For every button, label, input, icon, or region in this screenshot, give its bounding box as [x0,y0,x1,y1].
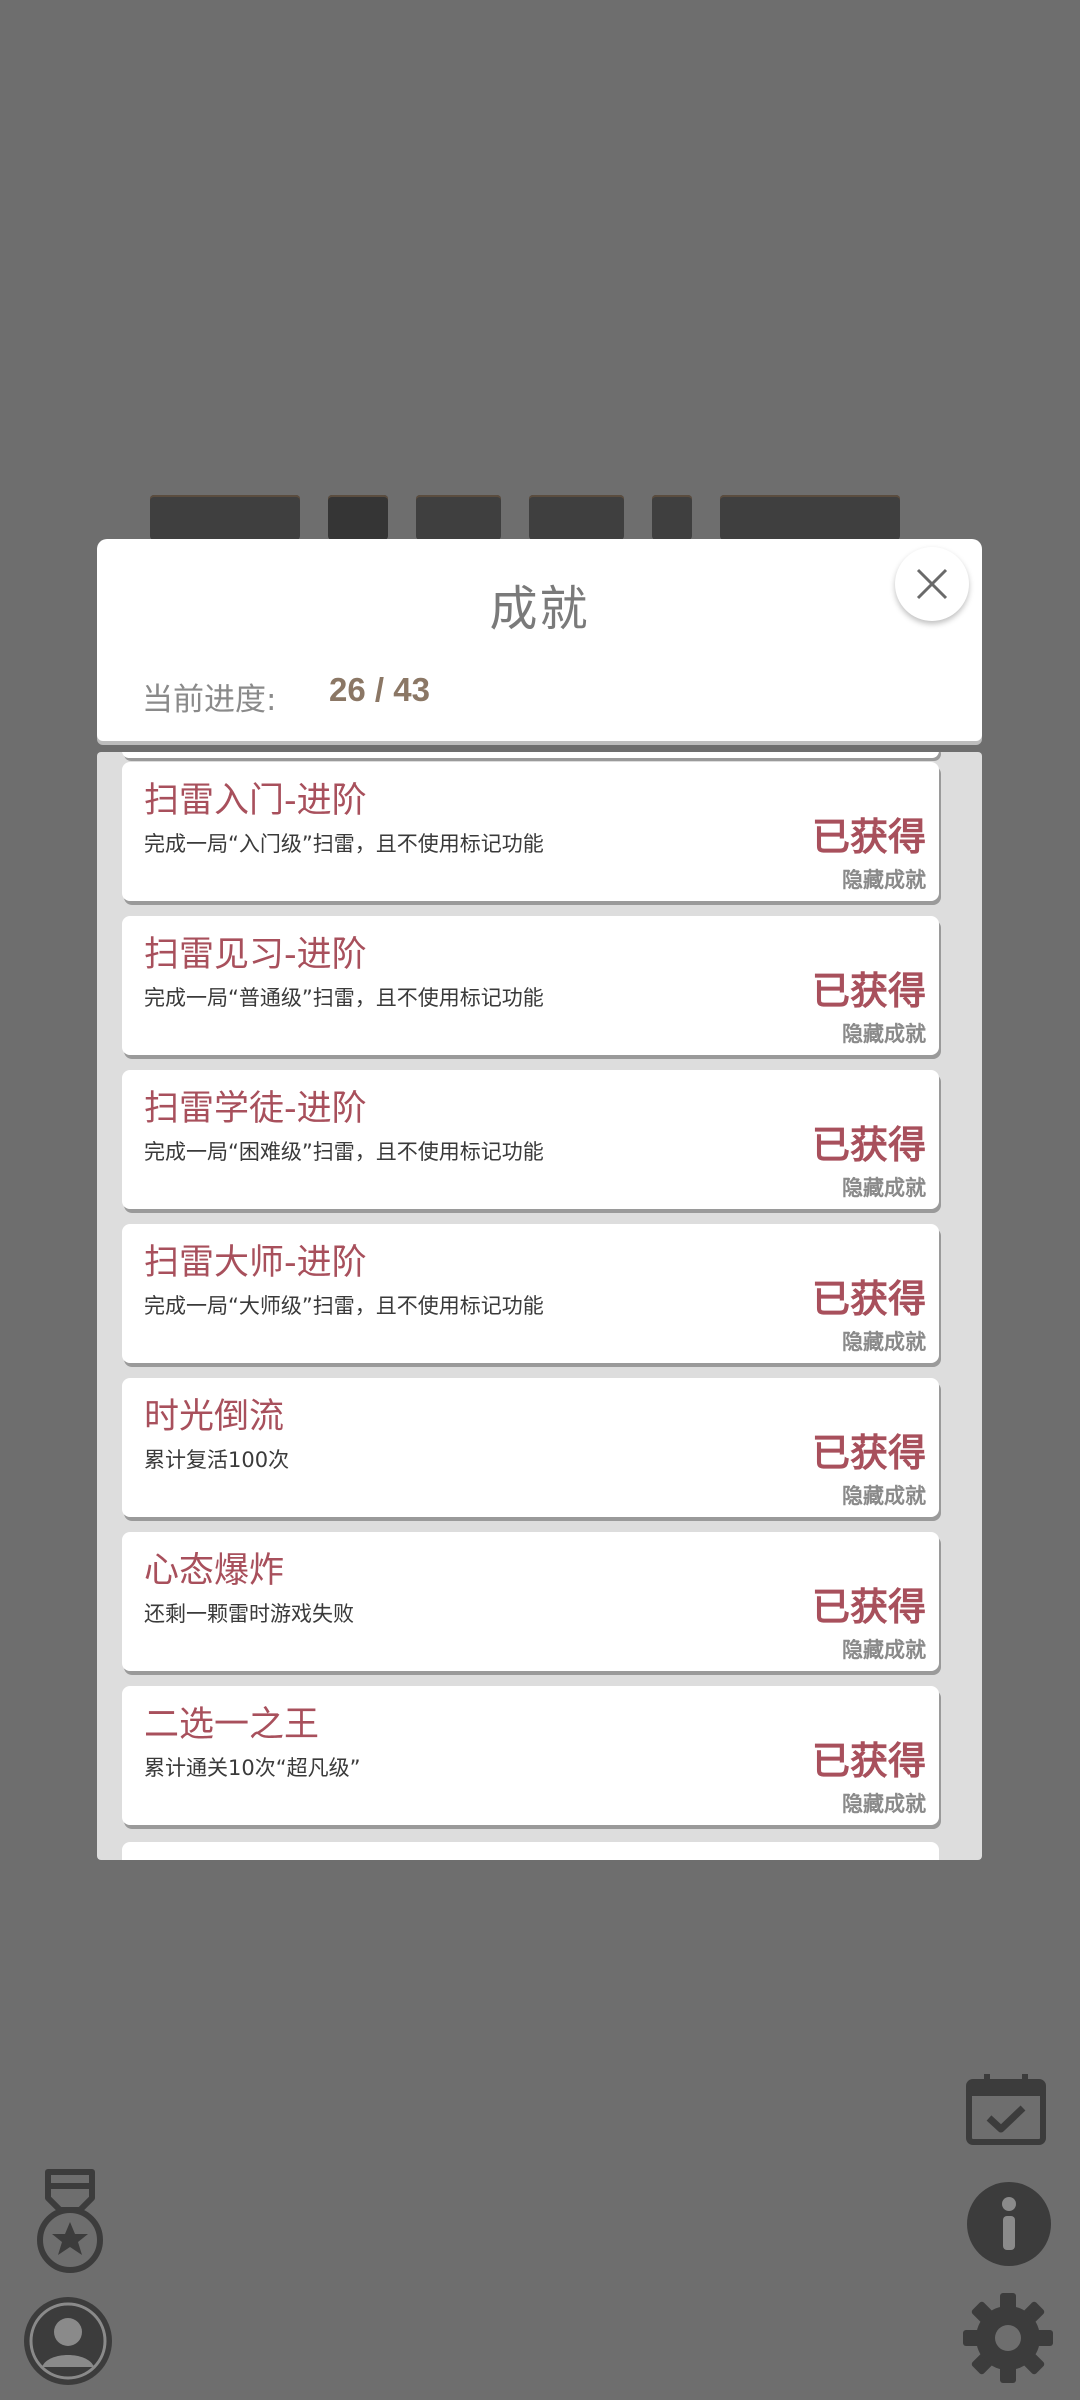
achievement-title: 二选一之王 [144,1705,320,1745]
achievement-card[interactable]: 扫雷见习-进阶 完成一局“普通级”扫雷，且不使用标记功能 已获得 隐藏成就 [122,916,939,1055]
list-item-partial [122,1842,939,1860]
achievement-list-items: 扫雷入门-进阶 完成一局“入门级”扫雷，且不使用标记功能 已获得 隐藏成就 扫雷… [122,762,939,1840]
achievement-hidden-tag: 隐藏成就 [842,1022,926,1046]
achievement-hidden-tag: 隐藏成就 [842,868,926,892]
achievement-status: 已获得 [811,1585,926,1629]
achievement-description: 累计复活100次 [144,1448,290,1472]
achievement-hidden-tag: 隐藏成就 [842,1792,926,1816]
background-title-block [720,495,900,540]
achievement-status: 已获得 [811,1123,926,1167]
settings-button[interactable] [962,2292,1054,2384]
profile-button[interactable] [22,2295,114,2387]
achievement-hidden-tag: 隐藏成就 [842,1484,926,1508]
achievement-title: 扫雷大师-进阶 [144,1243,367,1283]
background-title-block [416,495,501,540]
progress-value: 26 / 43 [329,671,430,708]
achievement-list[interactable]: 扫雷入门-进阶 完成一局“入门级”扫雷，且不使用标记功能 已获得 隐藏成就 扫雷… [97,752,982,1860]
background-title-block [652,495,692,540]
daily-checkin-button[interactable] [965,2072,1047,2146]
background-title-block [529,495,624,540]
achievement-description: 完成一局“普通级”扫雷，且不使用标记功能 [144,986,544,1010]
achievement-card[interactable]: 扫雷入门-进阶 完成一局“入门级”扫雷，且不使用标记功能 已获得 隐藏成就 [122,762,939,901]
close-icon [916,568,948,600]
achievement-title: 心态爆炸 [144,1551,285,1591]
background-title-block [328,495,388,540]
achievement-description: 累计通关10次“超凡级” [144,1756,361,1780]
achievement-status: 已获得 [811,815,926,859]
achievement-card[interactable]: 心态爆炸 还剩一颗雷时游戏失败 已获得 隐藏成就 [122,1532,939,1671]
calendar-check-icon [966,2074,1046,2145]
achievement-card[interactable]: 扫雷学徒-进阶 完成一局“困难级”扫雷，且不使用标记功能 已获得 隐藏成就 [122,1070,939,1209]
achievement-description: 完成一局“大师级”扫雷，且不使用标记功能 [144,1294,544,1318]
achievements-button[interactable] [30,2168,110,2278]
info-icon [967,2182,1051,2266]
profile-icon [24,2297,112,2385]
achievement-card[interactable]: 时光倒流 累计复活100次 已获得 隐藏成就 [122,1378,939,1517]
background-game-title [150,495,940,540]
achievement-status: 已获得 [811,1431,926,1475]
achievement-title: 扫雷入门-进阶 [144,781,367,821]
achievement-hidden-tag: 隐藏成就 [842,1638,926,1662]
achievement-card[interactable]: 扫雷大师-进阶 完成一局“大师级”扫雷，且不使用标记功能 已获得 隐藏成就 [122,1224,939,1363]
achievement-card[interactable]: 二选一之王 累计通关10次“超凡级” 已获得 隐藏成就 [122,1686,939,1825]
achievement-title: 扫雷见习-进阶 [144,935,367,975]
background-title-block [150,495,300,540]
gear-icon [963,2293,1053,2383]
achievement-hidden-tag: 隐藏成就 [842,1330,926,1354]
list-item-partial [122,752,939,758]
achievement-description: 完成一局“入门级”扫雷，且不使用标记功能 [144,832,544,856]
progress-label: 当前进度: [142,682,277,718]
achievement-status: 已获得 [811,969,926,1013]
achievement-description: 完成一局“困难级”扫雷，且不使用标记功能 [144,1140,544,1164]
achievements-dialog-header: 成就 当前进度: 26 / 43 [97,539,982,741]
achievement-hidden-tag: 隐藏成就 [842,1176,926,1200]
achievement-status: 已获得 [811,1277,926,1321]
close-button[interactable] [895,547,969,621]
achievement-status: 已获得 [811,1739,926,1783]
achievement-description: 还剩一颗雷时游戏失败 [144,1602,354,1626]
info-button[interactable] [965,2180,1053,2268]
achievement-title: 时光倒流 [144,1397,285,1437]
medal-icon [37,2169,103,2273]
achievement-title: 扫雷学徒-进阶 [144,1089,367,1129]
dialog-title: 成就 [489,581,590,637]
